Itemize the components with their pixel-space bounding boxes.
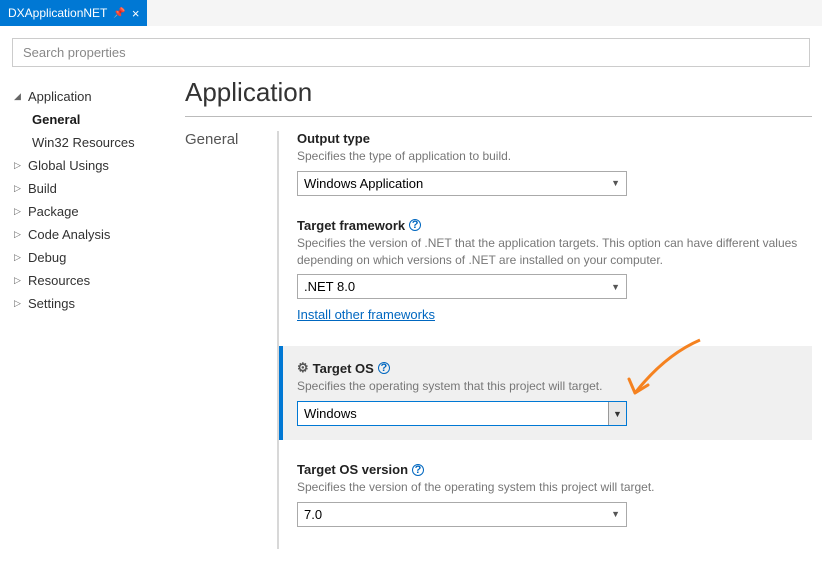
gear-icon: ⚙ (297, 360, 309, 376)
field-label: Target framework ? (297, 218, 812, 233)
section-label: General (185, 131, 257, 549)
help-icon[interactable]: ? (409, 219, 421, 231)
pin-icon[interactable]: 📌 (113, 8, 125, 19)
sidebar-item-win32resources[interactable]: Win32 Resources (32, 131, 175, 154)
tab-active[interactable]: DXApplicationNET 📌 × (0, 0, 147, 26)
sidebar-label: Package (28, 204, 79, 219)
sidebar-label: General (32, 112, 80, 127)
field-target-os-version: Target OS version ? Specifies the versio… (297, 462, 812, 527)
chevron-down-icon[interactable]: ▼ (608, 402, 626, 425)
sidebar-label: Debug (28, 250, 66, 265)
sidebar-item-resources[interactable]: ▷ Resources (14, 269, 175, 292)
sidebar-item-globalusings[interactable]: ▷ Global Usings (14, 154, 175, 177)
sidebar-label: Build (28, 181, 57, 196)
divider (185, 116, 812, 117)
output-type-dropdown[interactable]: Windows Application ▼ (297, 171, 627, 196)
chevron-down-icon: ▼ (611, 509, 620, 519)
target-os-dropdown[interactable]: Windows ▼ (297, 401, 627, 426)
chevron-right-icon: ▷ (14, 229, 24, 240)
sidebar-label: Settings (28, 296, 75, 311)
chevron-down-icon: ◢ (14, 91, 24, 102)
field-desc: Specifies the type of application to bui… (297, 148, 812, 165)
install-frameworks-link[interactable]: Install other frameworks (297, 307, 435, 322)
chevron-down-icon: ▼ (611, 282, 620, 292)
field-target-os: ⚙ Target OS ? Specifies the operating sy… (279, 346, 812, 440)
target-os-version-dropdown[interactable]: 7.0 ▼ (297, 502, 627, 527)
dropdown-value: Windows (298, 402, 608, 425)
sidebar-item-general[interactable]: General (32, 108, 175, 131)
chevron-right-icon: ▷ (14, 298, 24, 309)
field-label: Target OS version ? (297, 462, 812, 477)
sidebar-label: Win32 Resources (32, 135, 135, 150)
sidebar-label: Global Usings (28, 158, 109, 173)
sidebar-label: Code Analysis (28, 227, 110, 242)
field-label: Output type (297, 131, 812, 146)
field-output-type: Output type Specifies the type of applic… (297, 131, 812, 196)
sidebar-item-application[interactable]: ◢ Application (14, 85, 175, 108)
main-panel: Application General Output type Specifie… (175, 77, 822, 549)
chevron-right-icon: ▷ (14, 206, 24, 217)
sidebar-item-settings[interactable]: ▷ Settings (14, 292, 175, 315)
field-desc: Specifies the version of the operating s… (297, 479, 812, 496)
tab-title: DXApplicationNET (8, 6, 107, 20)
dropdown-value: Windows Application (304, 176, 423, 191)
help-icon[interactable]: ? (412, 464, 424, 476)
chevron-right-icon: ▷ (14, 252, 24, 263)
sidebar-item-debug[interactable]: ▷ Debug (14, 246, 175, 269)
target-framework-dropdown[interactable]: .NET 8.0 ▼ (297, 274, 627, 299)
page-title: Application (185, 77, 812, 108)
sidebar: ◢ Application General Win32 Resources ▷ … (0, 77, 175, 549)
sidebar-label: Application (28, 89, 92, 104)
dropdown-value: .NET 8.0 (304, 279, 355, 294)
chevron-right-icon: ▷ (14, 275, 24, 286)
chevron-right-icon: ▷ (14, 160, 24, 171)
sidebar-item-codeanalysis[interactable]: ▷ Code Analysis (14, 223, 175, 246)
field-desc: Specifies the version of .NET that the a… (297, 235, 812, 269)
tab-bar: DXApplicationNET 📌 × (0, 0, 822, 26)
field-target-framework: Target framework ? Specifies the version… (297, 218, 812, 325)
close-icon[interactable]: × (132, 6, 140, 21)
sidebar-label: Resources (28, 273, 90, 288)
field-label: ⚙ Target OS ? (297, 360, 798, 376)
sidebar-item-build[interactable]: ▷ Build (14, 177, 175, 200)
dropdown-value: 7.0 (304, 507, 322, 522)
field-desc: Specifies the operating system that this… (297, 378, 798, 395)
chevron-right-icon: ▷ (14, 183, 24, 194)
sidebar-item-package[interactable]: ▷ Package (14, 200, 175, 223)
search-input[interactable]: Search properties (12, 38, 810, 67)
chevron-down-icon: ▼ (611, 178, 620, 188)
help-icon[interactable]: ? (378, 362, 390, 374)
